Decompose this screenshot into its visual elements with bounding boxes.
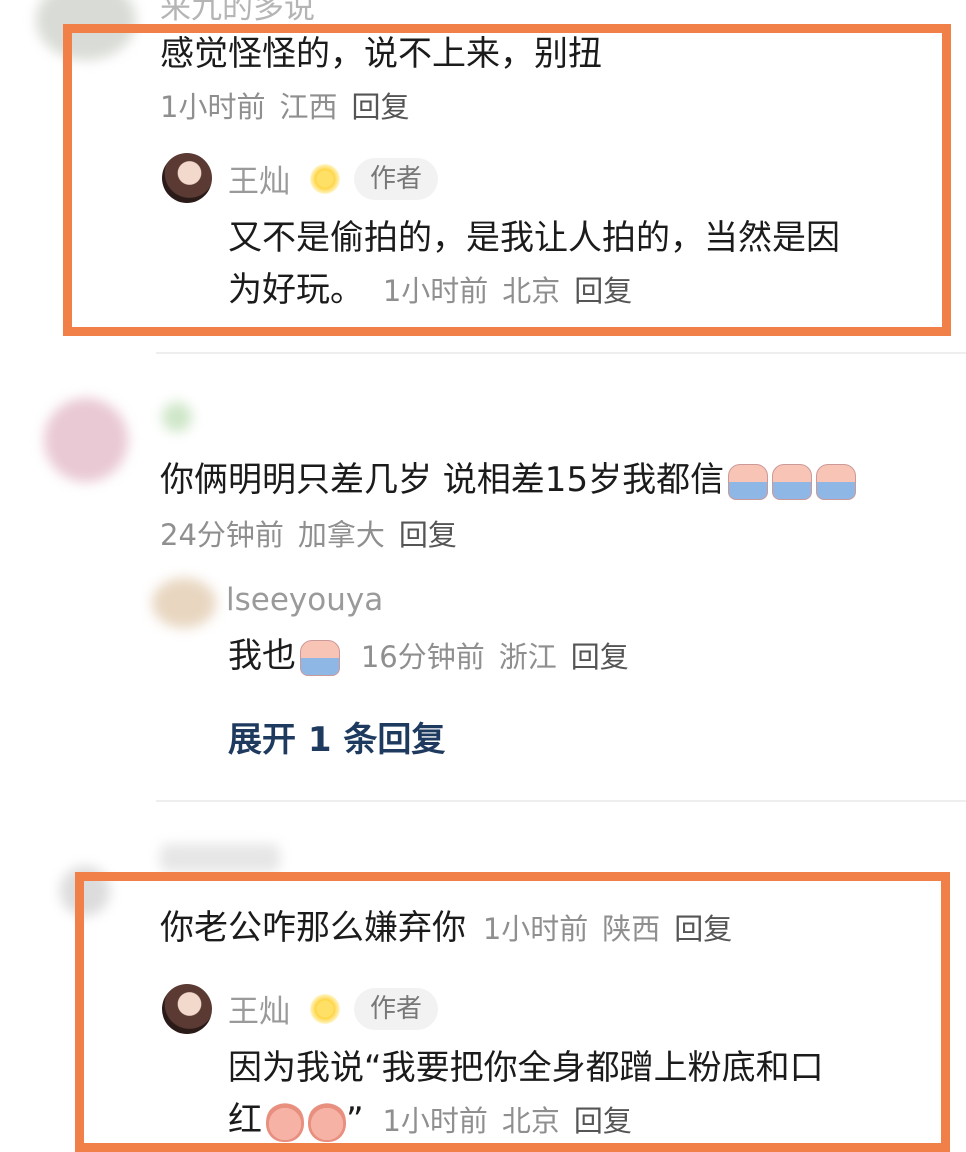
reply-text: 我也 16分钟前 浙江 回复 — [228, 636, 643, 677]
comment-meta: 1小时前 江西 回复 — [160, 84, 423, 126]
comment-meta: 1小时前 陕西 回复 — [483, 912, 746, 946]
author-badge: 作者 — [354, 157, 439, 200]
reply-time: 1小时前 — [382, 274, 489, 308]
author-reply-line: 为好玩。 1小时前 北京 回复 — [228, 264, 948, 317]
author-header: 王灿 作者 — [228, 156, 439, 201]
reply-button[interactable]: 回复 — [351, 90, 409, 124]
comment-text: 你俩明明只差几岁 说相差15岁我都信 — [160, 460, 857, 500]
divider — [156, 800, 966, 802]
avatar[interactable] — [44, 398, 128, 482]
comment-location: 陕西 — [602, 912, 661, 946]
sun-icon — [310, 993, 340, 1024]
author-reply-line: 又不是偷拍的，是我让人拍的，当然是因 — [228, 218, 840, 258]
peach-emoji-icon — [266, 1101, 304, 1142]
author-username[interactable]: 王灿 — [228, 986, 290, 1031]
comment-username[interactable]: 来九的多说 — [160, 0, 315, 27]
peach-emoji-icon — [308, 1101, 346, 1142]
user-level-badge — [162, 402, 192, 432]
author-reply-line: 因为我说“我要把你全身都蹭上粉底和口 — [228, 1048, 824, 1088]
expand-replies-link[interactable]: 展开 1 条回复 — [228, 712, 445, 761]
author-reply-text: 因为我说“我要把你全身都蹭上粉底和口 红 ” 1小时前 北京 回复 — [228, 1042, 948, 1147]
reply-meta: 1小时前 北京 回复 — [382, 1104, 645, 1138]
avatar[interactable] — [152, 578, 216, 628]
comment-text: 感觉怪怪的，说不上来，别扭 — [160, 34, 602, 74]
reply-button[interactable]: 回复 — [399, 518, 457, 552]
author-username[interactable]: 王灿 — [228, 156, 290, 201]
comment-location: 江西 — [279, 90, 338, 124]
reply-location: 北京 — [502, 274, 561, 308]
comment-text: 你老公咋那么嫌弃你 1小时前 陕西 回复 — [160, 908, 746, 949]
author-avatar[interactable] — [162, 984, 212, 1034]
reply-time: 16分钟前 — [360, 640, 485, 674]
reply-time: 1小时前 — [382, 1104, 488, 1138]
author-reply-line: 红 ” 1小时前 北京 回复 — [228, 1094, 948, 1147]
comment-username[interactable] — [160, 844, 280, 872]
author-reply-text-end: ” — [346, 1100, 364, 1140]
crying-emoji-icon — [772, 463, 813, 500]
reply-text-content: 我也 — [228, 636, 296, 676]
reply-location: 北京 — [501, 1104, 560, 1138]
comment-time: 24分钟前 — [160, 518, 284, 552]
author-badge: 作者 — [354, 987, 439, 1030]
comment-text-content: 你老公咋那么嫌弃你 — [160, 908, 466, 948]
author-avatar[interactable] — [162, 153, 212, 203]
reply-location: 浙江 — [498, 640, 557, 674]
author-header: 王灿 作者 — [228, 986, 439, 1031]
crying-emoji-icon — [728, 463, 769, 500]
reply-button[interactable]: 回复 — [674, 912, 732, 946]
crying-emoji-icon — [300, 639, 340, 676]
comment-time: 1小时前 — [160, 90, 266, 124]
comment-location: 加拿大 — [297, 518, 385, 552]
divider — [156, 352, 966, 354]
reply-meta: 1小时前 北京 回复 — [383, 274, 646, 308]
comment-time: 1小时前 — [482, 912, 589, 946]
reply-username[interactable]: lseeyouya — [226, 582, 383, 618]
comment-meta: 24分钟前 加拿大 回复 — [160, 512, 471, 554]
crying-emoji-icon — [816, 463, 857, 500]
author-reply-text-start: 红 — [228, 1100, 262, 1140]
sun-icon — [310, 163, 340, 194]
reply-button[interactable]: 回复 — [571, 640, 629, 674]
comment-text-content: 你俩明明只差几岁 说相差15岁我都信 — [160, 460, 725, 500]
reply-button[interactable]: 回复 — [574, 1104, 632, 1138]
reply-button[interactable]: 回复 — [574, 274, 632, 308]
author-reply-text-end: 为好玩。 — [228, 270, 364, 310]
author-reply-text: 又不是偷拍的，是我让人拍的，当然是因 为好玩。 1小时前 北京 回复 — [228, 212, 948, 317]
reply-meta: 16分钟前 浙江 回复 — [361, 640, 643, 674]
